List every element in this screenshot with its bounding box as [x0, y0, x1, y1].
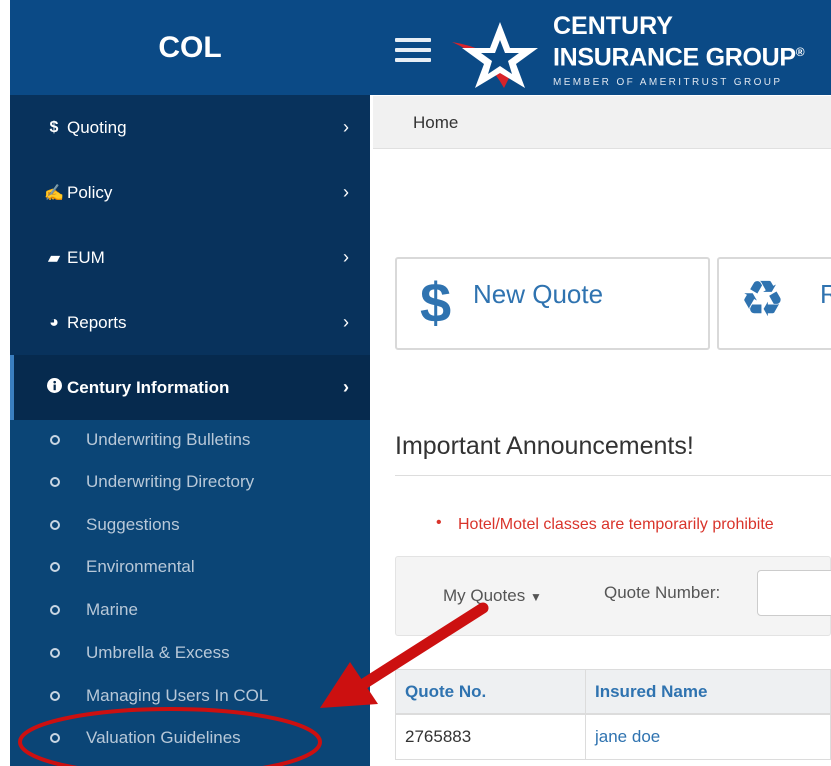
divider — [395, 475, 831, 476]
new-quote-label: New Quote — [473, 279, 604, 309]
submenu-item-managing-users[interactable]: Managing Users In COL — [10, 676, 370, 716]
sidebar-item-label: Quoting — [67, 117, 127, 137]
sidebar-item-quoting[interactable]: $ Quoting › — [10, 95, 370, 160]
table-cell-quote-no: 2765883 — [395, 714, 586, 760]
sidebar-item-eum[interactable]: ▰ EUM › — [10, 225, 370, 290]
table-cell-insured-name-link[interactable]: jane doe — [585, 714, 831, 760]
my-quotes-dropdown[interactable]: My Quotes ▼ — [443, 586, 542, 606]
announcement-item: Hotel/Motel classes are temporarily proh… — [458, 516, 774, 533]
renew-quote-label: R — [820, 279, 831, 309]
announcements-title: Important Announcements! — [395, 432, 694, 460]
submenu-item-label: Environmental — [86, 557, 195, 576]
logo-tagline: MEMBER OF AMERITRUST GROUP — [553, 77, 783, 88]
sidebar-item-label: Reports — [67, 312, 127, 332]
circle-icon — [50, 605, 60, 615]
quote-number-input[interactable] — [757, 570, 831, 616]
circle-icon — [50, 648, 60, 658]
submenu-item-environmental[interactable]: Environmental — [10, 547, 370, 587]
submenu-item-umbrella-excess[interactable]: Umbrella & Excess — [10, 633, 370, 673]
submenu-item-valuation-guidelines[interactable]: Valuation Guidelines — [10, 718, 370, 758]
stamp-icon: ✍ — [44, 184, 64, 202]
caret-down-icon: ▼ — [529, 590, 542, 604]
circle-icon — [50, 691, 60, 701]
breadcrumb-home-link[interactable]: Home — [413, 113, 458, 133]
circle-icon — [50, 477, 60, 487]
submenu-item-label: Suggestions — [86, 515, 180, 534]
dollar-icon: $ — [420, 271, 452, 334]
circle-icon — [50, 562, 60, 572]
submenu-century-information: Underwriting Bulletins Underwriting Dire… — [10, 420, 370, 766]
chevron-right-icon: › — [343, 377, 349, 397]
hamburger-menu-icon[interactable] — [395, 38, 431, 62]
submenu-item-label: Marine — [86, 600, 138, 619]
chevron-right-icon: › — [343, 312, 349, 332]
sidebar-item-label: Century Information — [67, 377, 230, 397]
sidebar-item-label: EUM — [67, 247, 105, 267]
chevron-right-icon: › — [343, 182, 349, 202]
column-header-quote-no[interactable]: Quote No. — [395, 669, 586, 714]
logo-text-insurance-group: INSURANCE GROUP® — [553, 43, 805, 72]
submenu-item-label: Managing Users In COL — [86, 686, 269, 705]
century-logo-icon — [452, 22, 538, 88]
circle-icon — [50, 520, 60, 530]
submenu-item-label: Valuation Guidelines — [86, 728, 241, 747]
sidebar-item-century-information[interactable]: Century Information › — [10, 355, 370, 420]
submenu-item-label: Underwriting Bulletins — [86, 430, 251, 449]
submenu-item-suggestions[interactable]: Suggestions — [10, 505, 370, 545]
my-quotes-label: My Quotes — [443, 586, 526, 605]
recycle-icon: ♻ — [740, 271, 785, 327]
circle-icon — [50, 733, 60, 743]
sidebar-item-reports[interactable]: ◕ Reports › — [10, 290, 370, 355]
sidebar-item-policy[interactable]: ✍ Policy › — [10, 160, 370, 225]
app-brand[interactable]: COL — [10, 0, 370, 95]
dollar-icon: $ — [49, 118, 59, 136]
info-icon — [43, 377, 65, 398]
submenu-item-label: Umbrella & Excess — [86, 643, 230, 662]
submenu-item-underwriting-bulletins[interactable]: Underwriting Bulletins — [10, 420, 370, 460]
pie-chart-icon: ◕ — [49, 313, 59, 331]
submenu-item-label: Underwriting Directory — [86, 472, 255, 491]
column-header-insured-name[interactable]: Insured Name — [585, 669, 831, 714]
logo-text-century: CENTURY — [553, 12, 673, 40]
quote-number-label: Quote Number: — [604, 583, 721, 602]
book-icon: ▰ — [47, 249, 61, 267]
chevron-right-icon: › — [343, 247, 349, 267]
submenu-item-marine[interactable]: Marine — [10, 590, 370, 630]
chevron-right-icon: › — [343, 117, 349, 137]
sidebar-item-label: Policy — [67, 182, 113, 202]
bullet-icon: • — [436, 514, 442, 531]
submenu-item-underwriting-directory[interactable]: Underwriting Directory — [10, 462, 370, 502]
circle-icon — [50, 435, 60, 445]
